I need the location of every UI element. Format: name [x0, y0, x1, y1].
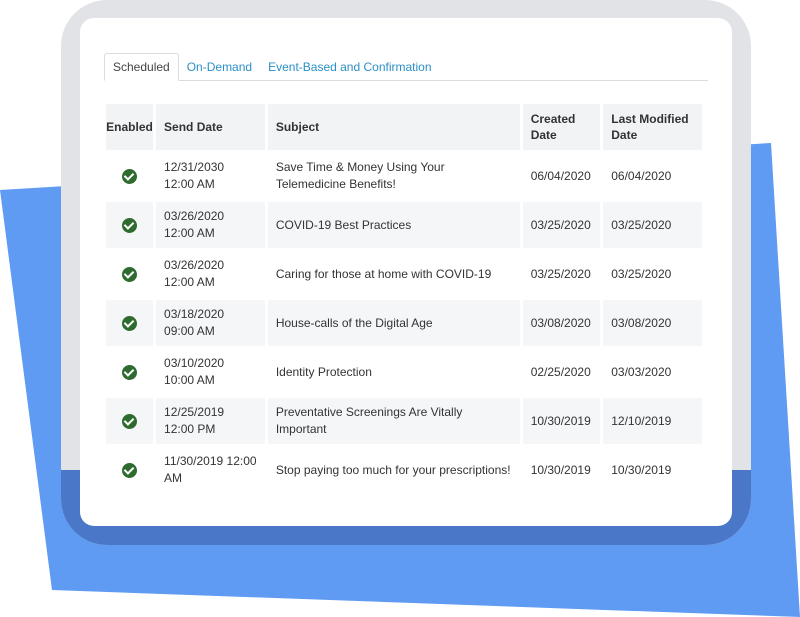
table-row[interactable]: 12/25/2019 12:00 PM Preventative Screeni… [106, 398, 702, 444]
created-date-cell: 03/25/2020 [530, 266, 591, 281]
enabled-cell [106, 447, 153, 493]
send-date-cell: 03/10/2020 10:00 AM [164, 356, 225, 387]
tab-scheduled[interactable]: Scheduled [104, 53, 179, 81]
subject-cell[interactable]: House-calls of the Digital Age [267, 300, 520, 346]
enabled-cell [106, 300, 154, 346]
created-date-cell: 10/30/2019 [522, 398, 601, 444]
check-circle-icon [122, 217, 138, 233]
subject-cell[interactable]: COVID-19 Best Practices [267, 202, 520, 248]
modified-date-cell: 10/30/2019 [611, 462, 672, 477]
scheduled-messages-table: Enabled Send Date Subject Created Date L… [103, 101, 705, 496]
enabled-cell [106, 202, 154, 248]
check-circle-icon [122, 168, 138, 184]
header-created-date[interactable]: Created Date [522, 104, 601, 150]
check-circle-icon [122, 266, 138, 282]
table-row[interactable]: 03/26/2020 12:00 AM COVID-19 Best Practi… [106, 202, 702, 248]
enabled-cell [106, 251, 153, 297]
send-date-cell: 03/26/2020 12:00 AM [156, 202, 265, 248]
send-date-cell: 12/25/2019 12:00 PM [156, 398, 265, 444]
send-date-cell: 12/31/2030 12:00 AM [164, 160, 225, 191]
header-subject[interactable]: Subject [267, 104, 520, 150]
enabled-cell [106, 153, 153, 199]
enabled-cell [106, 398, 154, 444]
tab-on-demand[interactable]: On-Demand [179, 54, 260, 80]
check-circle-icon [122, 413, 138, 429]
modified-date-cell: 12/10/2019 [603, 398, 702, 444]
send-date-cell: 03/26/2020 12:00 AM [164, 258, 225, 289]
subject-cell[interactable]: Identity Protection [268, 349, 520, 395]
created-date-cell: 10/30/2019 [530, 462, 591, 477]
created-date-cell: 02/25/2020 [530, 364, 591, 379]
subject-cell[interactable]: Stop paying too much for your prescripti… [268, 447, 520, 493]
modified-date-cell: 03/25/2020 [611, 266, 672, 281]
subject-cell[interactable]: Caring for those at home with COVID-19 [268, 251, 520, 297]
table-row[interactable]: 12/31/2030 12:00 AM Save Time & Money Us… [106, 153, 702, 199]
header-send-date[interactable]: Send Date [156, 104, 265, 150]
modified-date-cell: 03/08/2020 [603, 300, 702, 346]
modified-date-cell: 06/04/2020 [611, 168, 672, 183]
device-screen: Scheduled On-Demand Event-Based and Conf… [80, 18, 732, 526]
modified-date-cell: 03/25/2020 [603, 202, 702, 248]
header-enabled[interactable]: Enabled [106, 104, 154, 150]
modified-date-cell: 03/03/2020 [611, 364, 672, 379]
created-date-cell: 03/08/2020 [522, 300, 601, 346]
check-circle-icon [122, 462, 138, 478]
subject-cell[interactable]: Save Time & Money Using Your Telemedicin… [268, 153, 520, 199]
table-row[interactable]: 03/26/2020 12:00 AM Caring for those at … [106, 251, 702, 297]
tab-event-based-confirmation[interactable]: Event-Based and Confirmation [260, 54, 439, 80]
tab-bar: Scheduled On-Demand Event-Based and Conf… [104, 53, 708, 81]
send-date-cell: 03/18/2020 09:00 AM [156, 300, 265, 346]
send-date-cell: 11/30/2019 12:00 AM [164, 454, 257, 485]
table-row[interactable]: 03/18/2020 09:00 AM House-calls of the D… [106, 300, 702, 346]
created-date-cell: 06/04/2020 [530, 168, 591, 183]
table-header-row: Enabled Send Date Subject Created Date L… [106, 104, 702, 150]
enabled-cell [106, 349, 153, 395]
table-row[interactable]: 03/10/2020 10:00 AM Identity Protection … [106, 349, 702, 395]
table-row[interactable]: 11/30/2019 12:00 AM Stop paying too much… [106, 447, 702, 493]
created-date-cell: 03/25/2020 [522, 202, 601, 248]
check-circle-icon [122, 315, 138, 331]
subject-cell[interactable]: Preventative Screenings Are Vitally Impo… [267, 398, 520, 444]
check-circle-icon [122, 364, 138, 380]
header-last-modified-date[interactable]: Last Modified Date [603, 104, 702, 150]
